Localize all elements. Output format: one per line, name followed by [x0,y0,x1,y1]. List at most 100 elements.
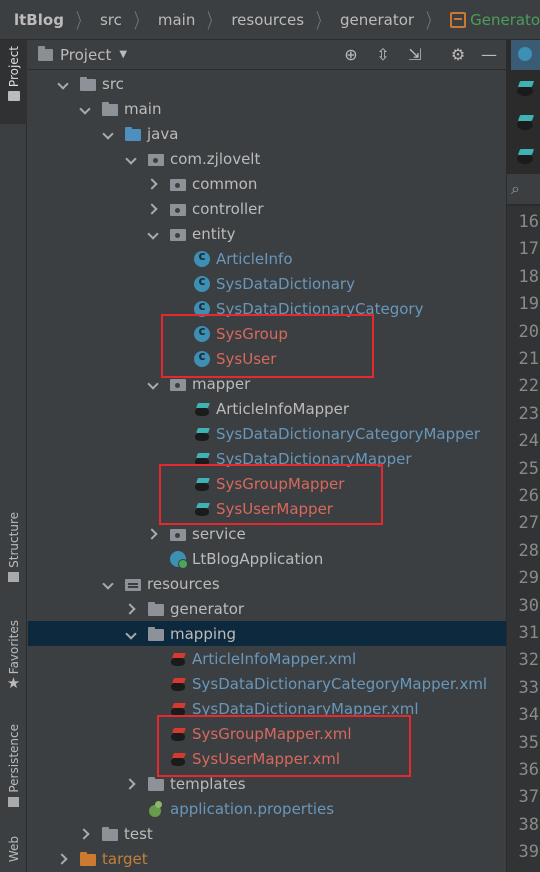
mybatis-mapper-icon [194,501,210,517]
tree-node-entity[interactable]: entity [28,221,506,246]
tree-node-sysuser[interactable]: SysUser [28,346,506,371]
navigation-breadcrumb: ltBlog 〉 src 〉 main 〉 resources 〉 genera… [0,0,540,40]
folder-icon [38,45,53,61]
tree-node-sysdatadictionarycategorymapper-xml[interactable]: SysDataDictionaryCategoryMapper.xml [28,671,506,696]
tree-node-generator[interactable]: generator [28,596,506,621]
tree-node-sysdatadictionarycategorymapper[interactable]: SysDataDictionaryCategoryMapper [28,421,506,446]
search-icon[interactable]: ⌕ [507,174,540,204]
java-class-icon [194,274,210,292]
expand-arrow-icon[interactable] [58,78,70,90]
tree-node-templates[interactable]: templates [28,771,506,796]
tool-tab-web[interactable]: Web [0,836,27,862]
tree-node-sysgroupmapper[interactable]: SysGroupMapper [28,471,506,496]
collapse-arrow-icon[interactable] [148,203,160,215]
expand-arrow-icon[interactable] [103,128,115,140]
tree-node-sysgroup[interactable]: SysGroup [28,321,506,346]
tree-node-resources[interactable]: resources [28,571,506,596]
java-class-icon [194,349,210,367]
editor-tab-java-class-icon[interactable] [511,40,540,70]
breadcrumb-item-ltblog[interactable]: ltBlog [0,11,70,29]
collapse-arrow-icon[interactable] [58,853,70,865]
breadcrumb-item-main[interactable]: main [152,11,201,29]
tree-node-common[interactable]: common [28,171,506,196]
tool-tab-persistence[interactable]: Persistence [0,724,27,811]
tree-node-sysdatadictionarycategory[interactable]: SysDataDictionaryCategory [28,296,506,321]
tree-node-src[interactable]: src [28,71,506,96]
tree-node-main[interactable]: main [28,96,506,121]
expand-arrow-icon[interactable] [148,378,160,390]
expand-arrow-icon[interactable] [126,628,138,640]
tree-node-service[interactable]: service [28,521,506,546]
editor-tab-mapper-icon[interactable] [515,112,535,132]
collapse-arrow-icon[interactable] [148,178,160,190]
tool-tab-project[interactable]: Project [0,40,27,124]
project-view-selector[interactable]: Project ▼ [38,45,127,64]
folder-icon [148,601,164,617]
tree-node-label: SysDataDictionaryCategoryMapper [216,424,481,443]
collapse-arrow-icon[interactable] [126,603,138,615]
chevron-right-icon: 〉 [207,9,220,33]
collapse-all-icon[interactable]: ⇲ [404,45,426,65]
tree-node-application-properties[interactable]: application.properties [28,796,506,821]
project-folder-icon [7,91,20,102]
breadcrumb-item-generator[interactable]: generator [334,11,420,29]
line-number: 27 [518,513,539,534]
tree-node-label: SysUserMapper [216,499,333,518]
tree-node-label: common [192,174,258,193]
breadcrumb-item-active-file[interactable]: GeneratorMapper.xml [444,11,540,29]
line-number: 34 [518,705,539,726]
breadcrumb-item-resources[interactable]: resources [225,11,310,29]
collapse-arrow-icon[interactable] [80,828,92,840]
mybatis-mapper-icon [194,451,210,467]
tree-node-com-zjlovelt[interactable]: com.zjlovelt [28,146,506,171]
expand-all-icon[interactable]: ⇳ [372,45,394,65]
tree-node-java[interactable]: java [28,121,506,146]
tree-node-ltblogapplication[interactable]: LtBlogApplication [28,546,506,571]
line-number: 20 [518,321,539,342]
minimize-icon[interactable]: — [478,45,500,65]
line-number: 30 [518,595,539,616]
package-icon [170,526,186,542]
tree-node-controller[interactable]: controller [28,196,506,221]
chevron-right-icon: 〉 [426,9,439,33]
expand-arrow-icon[interactable] [80,103,92,115]
project-panel-title: Project [60,45,112,64]
expand-arrow-icon[interactable] [148,228,160,240]
folder-icon [148,626,164,642]
tree-node-articleinfomapper[interactable]: ArticleInfoMapper [28,396,506,421]
tree-node-label: ArticleInfo [216,249,293,268]
project-tree: src main java com.zjlovelt common contro… [28,71,506,872]
package-icon [170,176,186,192]
tree-node-mapping[interactable]: mapping [28,621,506,646]
locate-target-icon[interactable]: ⊕ [340,45,362,65]
tree-node-label: generator [170,599,245,618]
expand-arrow-icon[interactable] [103,578,115,590]
editor-tab-mapper-icon[interactable] [515,146,535,166]
tree-node-sysusermapper[interactable]: SysUserMapper [28,496,506,521]
breadcrumb-active-label: GeneratorMapper.xml [470,10,540,29]
tree-node-sysdatadictionarymapper-xml[interactable]: SysDataDictionaryMapper.xml [28,696,506,721]
tree-node-sysdatadictionarymapper[interactable]: SysDataDictionaryMapper [28,446,506,471]
tree-node-articleinfomapper-xml[interactable]: ArticleInfoMapper.xml [28,646,506,671]
tree-node-sysdatadictionary[interactable]: SysDataDictionary [28,271,506,296]
tree-node-label: src [102,74,124,93]
tool-tab-structure[interactable]: Structure [0,512,27,586]
tree-node-mapper[interactable]: mapper [28,371,506,396]
tree-node-articleinfo[interactable]: ArticleInfo [28,246,506,271]
breadcrumb-item-src[interactable]: src [94,11,128,29]
folder-icon [102,101,118,117]
collapse-arrow-icon[interactable] [126,778,138,790]
tree-node-target[interactable]: target [28,846,506,871]
tool-tab-favorites-label: Favorites [6,620,21,675]
line-number: 25 [518,458,539,479]
gear-icon[interactable]: ⚙ [447,45,469,65]
tool-tab-favorites[interactable]: Favorites ★ [0,620,27,691]
tree-node-sysgroupmapper-xml[interactable]: SysGroupMapper.xml [28,721,506,746]
tree-node-label: SysDataDictionaryCategoryMapper.xml [192,674,488,693]
tree-node-test[interactable]: test [28,821,506,846]
editor-tab-mapper-icon[interactable] [515,78,535,98]
properties-file-icon [148,800,164,817]
tree-node-sysusermapper-xml[interactable]: SysUserMapper.xml [28,746,506,771]
collapse-arrow-icon[interactable] [148,528,160,540]
expand-arrow-icon[interactable] [126,153,138,165]
